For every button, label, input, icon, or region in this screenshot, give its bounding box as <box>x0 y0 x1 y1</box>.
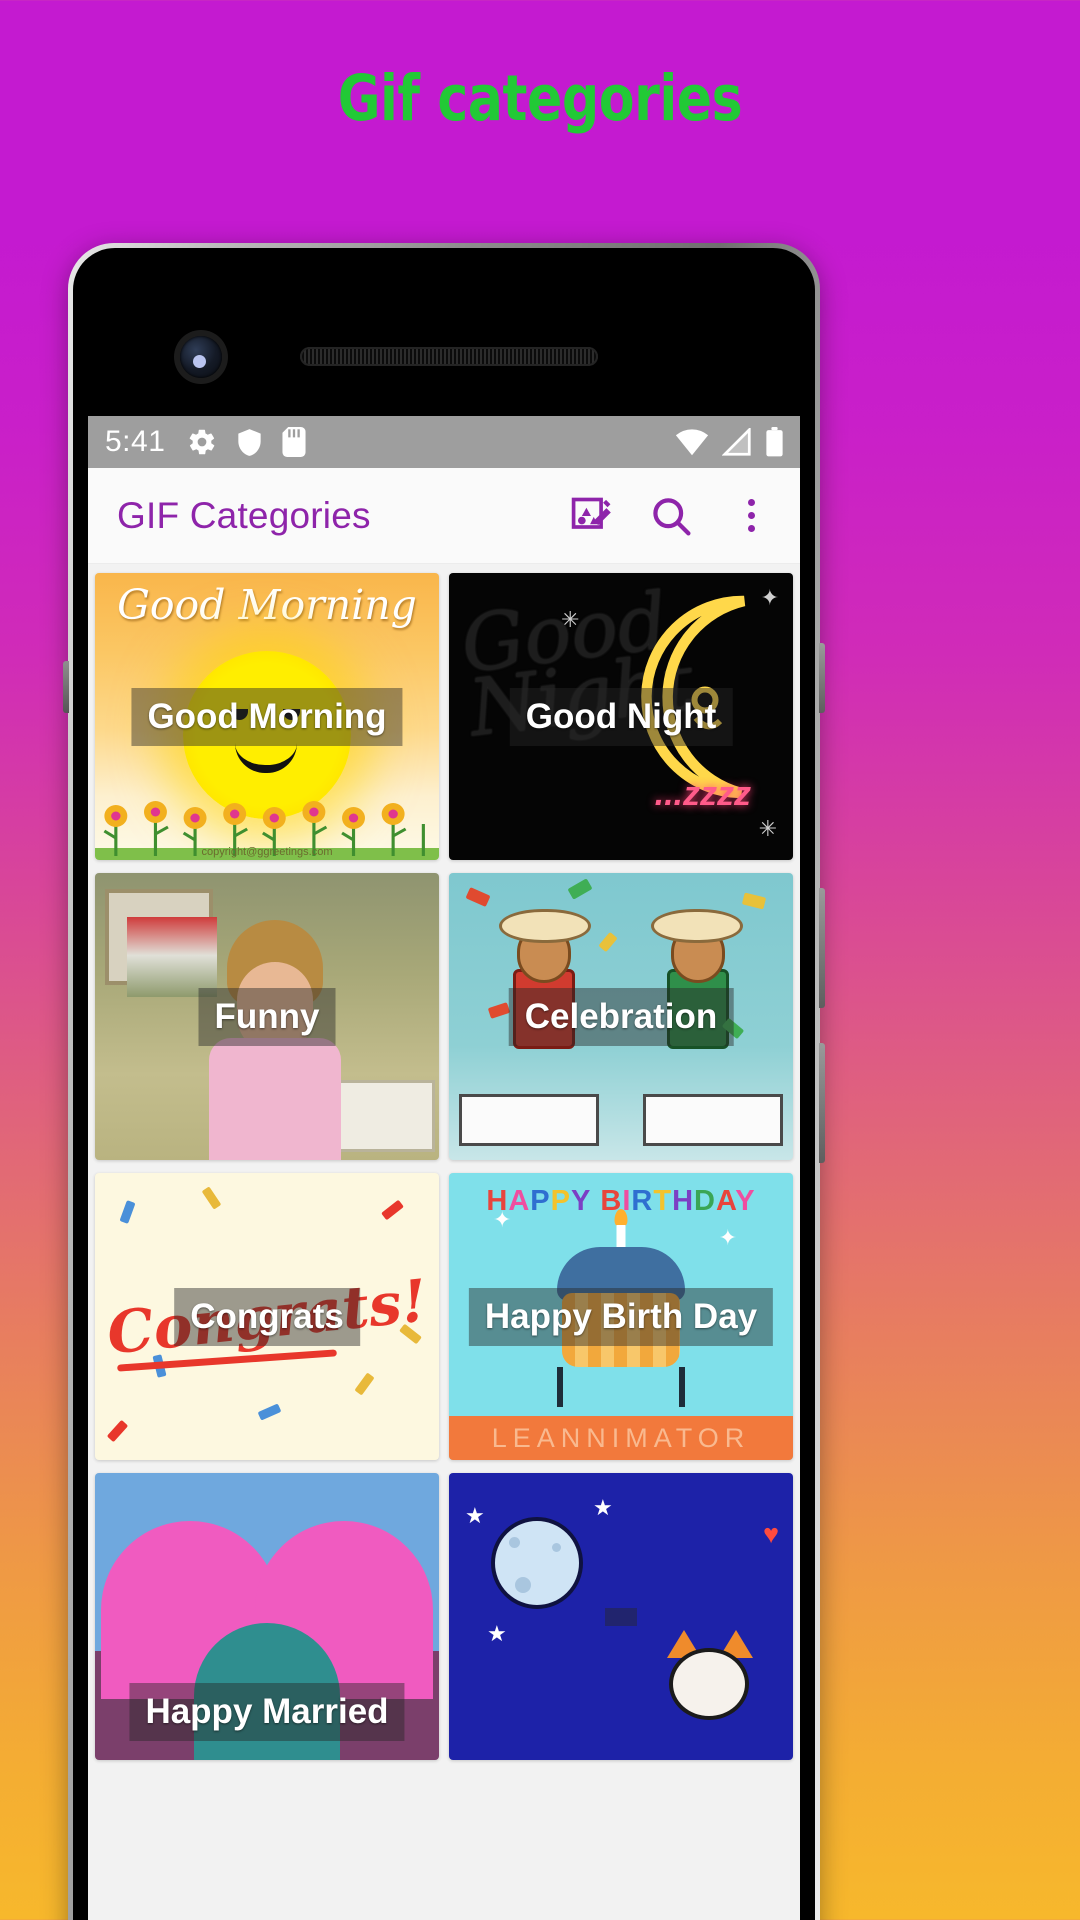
status-bar-clock: 5:41 <box>105 425 166 458</box>
card-label: Good Night <box>509 687 733 746</box>
cake-leg <box>557 1367 563 1407</box>
card-label: Celebration <box>508 987 734 1046</box>
app-bar: GIF Categories <box>88 468 800 564</box>
card-label: Happy Married <box>129 1683 405 1741</box>
gear-icon <box>187 427 217 457</box>
star-icon: ★ <box>487 1621 507 1646</box>
sparkle-icon: ✦ <box>718 1225 737 1250</box>
signal-icon <box>722 428 752 456</box>
sparkle-icon: ✳ <box>758 816 777 841</box>
sparkle-icon: ✳ <box>561 607 580 632</box>
good-morning-art-text: Good Morning <box>117 581 417 629</box>
cake-leg <box>679 1367 685 1407</box>
volume-button-left[interactable] <box>63 661 69 713</box>
overflow-menu-icon[interactable] <box>728 493 774 539</box>
create-gif-icon[interactable] <box>568 493 614 539</box>
good-morning-credit: copyright@ggreetings.com <box>201 846 333 858</box>
overflow-dots <box>747 499 755 532</box>
app-bar-title: GIF Categories <box>117 494 371 536</box>
category-card-good-night[interactable]: Good Night ✦ ✳ ✳ ...zzzz Good Night <box>449 573 793 860</box>
cat-illustration <box>657 1624 763 1750</box>
heart-icon: ♥ <box>762 1519 779 1549</box>
earpiece-speaker <box>300 347 598 366</box>
phone-device-frame: 5:41 GIF Categories Good Morning copyrig… <box>63 243 825 1920</box>
sd-card-icon <box>282 427 306 457</box>
battery-icon <box>765 427 784 457</box>
app-bar-actions <box>568 493 780 539</box>
card-label: Congrats <box>174 1287 360 1346</box>
card-label: Funny <box>198 987 336 1046</box>
status-bar-right-icons <box>675 427 784 457</box>
moon-icon <box>491 1517 583 1609</box>
star-icon: ★ <box>593 1495 613 1520</box>
front-camera-icon <box>180 336 222 378</box>
category-card-happy-married[interactable]: Happy Married <box>95 1473 439 1760</box>
category-card-celebration[interactable]: Celebration <box>449 873 793 1160</box>
category-card-good-morning[interactable]: Good Morning copyright@ggreetings.com Go… <box>95 573 439 860</box>
phone-top-bezel <box>88 261 800 416</box>
category-grid: Good Morning copyright@ggreetings.com Go… <box>88 564 800 1760</box>
status-bar: 5:41 <box>88 416 800 468</box>
phone-screen: 5:41 GIF Categories Good Morning copyrig… <box>88 416 800 1920</box>
birthday-watermark: LEANNIMATOR <box>449 1416 793 1460</box>
power-button[interactable] <box>819 643 825 713</box>
card-label: Happy Birth Day <box>468 1287 774 1346</box>
star-icon: ★ <box>465 1503 485 1528</box>
phone-bezel: 5:41 GIF Categories Good Morning copyrig… <box>73 248 815 1920</box>
card-label: Good Morning <box>131 687 403 746</box>
category-card-funny[interactable]: Funny <box>95 873 439 1160</box>
good-night-neon-text: ...zzzz <box>654 775 751 813</box>
volume-up-button[interactable] <box>819 888 825 1008</box>
search-icon[interactable] <box>648 493 694 539</box>
category-card-congrats[interactable]: Congrats! Congrats <box>95 1173 439 1460</box>
status-bar-left-icons <box>187 427 306 457</box>
sparkle-icon: ✦ <box>493 1207 512 1232</box>
sparkle-icon: ✦ <box>760 585 779 610</box>
category-card-happy-birthday[interactable]: HAPPY BIRTHDAY ✦ ✦ LEANNIMATOR Happy Bir… <box>449 1173 793 1460</box>
wifi-icon <box>675 428 709 456</box>
volume-down-button[interactable] <box>819 1043 825 1163</box>
category-card-night-cat[interactable]: ★ ★ ★ ♥ <box>449 1473 793 1760</box>
page-title: Gif categories <box>337 62 743 135</box>
shield-icon <box>236 428 263 457</box>
card-label <box>605 1607 637 1626</box>
